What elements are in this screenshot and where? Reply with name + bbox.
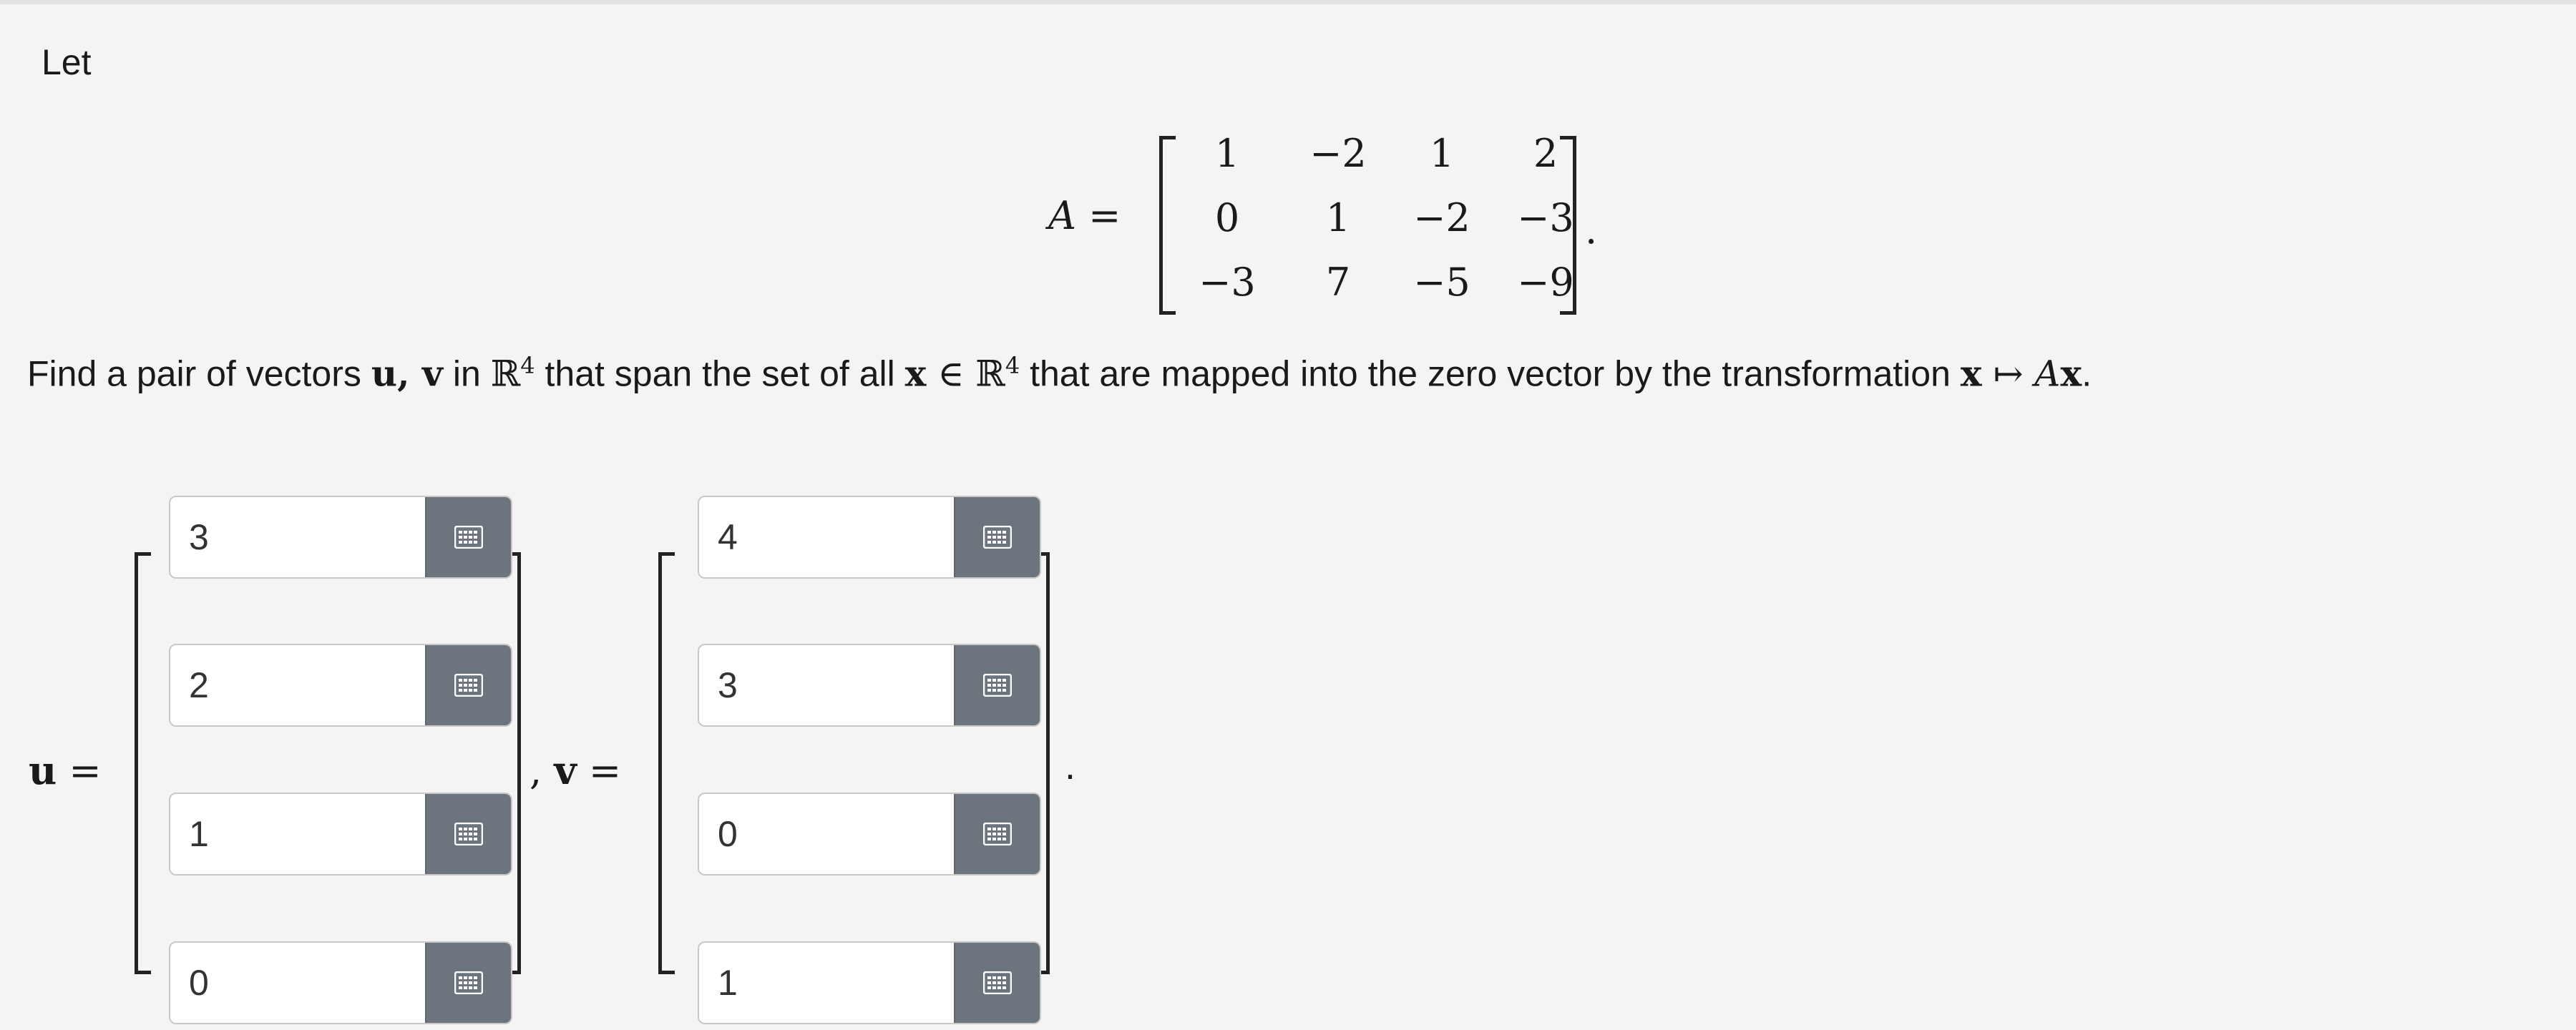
intro-text: Let — [42, 42, 92, 82]
u-label: u = — [29, 747, 102, 793]
v1-input[interactable] — [699, 497, 947, 577]
v2-input[interactable] — [699, 645, 947, 725]
matrix-keypad-icon — [983, 674, 1012, 697]
problem-statement: Find a pair of vectors u, v in ℝ4 that s… — [27, 352, 2092, 395]
u1-keypad-button[interactable] — [425, 497, 511, 577]
matrix-cell: 7 — [1325, 260, 1351, 305]
u3-input[interactable] — [170, 794, 418, 874]
matrix-cell: 2 — [1533, 131, 1558, 176]
u-entry-3[interactable] — [169, 793, 512, 876]
u-right-bracket — [504, 552, 521, 974]
matrix-cell: 1 — [1429, 131, 1455, 176]
matrix-lhs: A = — [1048, 193, 1121, 238]
u1-input[interactable] — [170, 497, 418, 577]
matrix-cell: −3 — [1517, 195, 1574, 240]
u4-input[interactable] — [170, 943, 418, 1023]
v1-keypad-button[interactable] — [954, 497, 1040, 577]
matrix-left-bracket — [1159, 136, 1176, 315]
matrix-A: A = . 1 −2 1 2 0 1 −2 −3 −3 7 −5 −9 — [1048, 129, 1621, 315]
v-label: , v = — [530, 747, 622, 793]
u4-keypad-button[interactable] — [425, 943, 511, 1023]
matrix-keypad-icon — [454, 526, 483, 549]
v-entry-2[interactable] — [698, 644, 1041, 727]
matrix-keypad-icon — [983, 526, 1012, 549]
v-right-bracket — [1033, 552, 1050, 974]
u-left-bracket — [135, 552, 151, 974]
matrix-cell: −2 — [1309, 131, 1367, 176]
u-entry-1[interactable] — [169, 496, 512, 579]
u-entry-4[interactable] — [169, 941, 512, 1024]
matrix-cell: 1 — [1325, 195, 1351, 240]
u-entry-2[interactable] — [169, 644, 512, 727]
u2-input[interactable] — [170, 645, 418, 725]
v3-input[interactable] — [699, 794, 947, 874]
v-entry-3[interactable] — [698, 793, 1041, 876]
v4-keypad-button[interactable] — [954, 943, 1040, 1023]
v4-input[interactable] — [699, 943, 947, 1023]
matrix-cell: 1 — [1214, 131, 1240, 176]
matrix-cell: −5 — [1413, 260, 1470, 305]
v2-keypad-button[interactable] — [954, 645, 1040, 725]
v3-keypad-button[interactable] — [954, 794, 1040, 874]
matrix-cell: 0 — [1214, 195, 1240, 240]
v-entry-1[interactable] — [698, 496, 1041, 579]
matrix-keypad-icon — [454, 823, 483, 845]
answer-period: . — [1065, 745, 1076, 788]
v-entry-4[interactable] — [698, 941, 1041, 1024]
matrix-keypad-icon — [983, 971, 1012, 994]
matrix-cell: −2 — [1413, 195, 1470, 240]
u3-keypad-button[interactable] — [425, 794, 511, 874]
vectors-uv: u, v — [371, 352, 443, 395]
u2-keypad-button[interactable] — [425, 645, 511, 725]
matrix-keypad-icon — [454, 971, 483, 994]
matrix-cell: −9 — [1517, 260, 1574, 305]
matrix-keypad-icon — [983, 823, 1012, 845]
v-left-bracket — [658, 552, 675, 974]
matrix-cell: −3 — [1199, 260, 1256, 305]
matrix-keypad-icon — [454, 674, 483, 697]
top-border — [0, 0, 2576, 4]
